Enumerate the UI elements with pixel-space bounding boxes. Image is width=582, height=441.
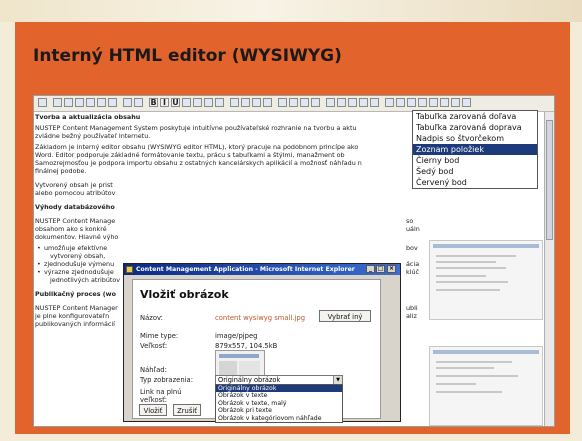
special-char-icon[interactable]: [370, 98, 379, 107]
document-line: zvládne bežný používateľ Internetu.: [35, 132, 151, 140]
thumbnail-screenshot-1: [429, 240, 543, 320]
table-icon[interactable]: [337, 98, 346, 107]
bullet-icon: •: [37, 268, 41, 276]
paste-word-icon[interactable]: [97, 98, 106, 107]
merge-cells-icon[interactable]: [429, 98, 438, 107]
mime-label: Mime type:: [140, 332, 179, 340]
col-insert-icon[interactable]: [418, 98, 427, 107]
size-value: 879x557, 104.5kB: [215, 342, 278, 350]
display-type-option[interactable]: Obrázok pri texte: [216, 407, 342, 414]
dialog-window-title: Content Management Application - Microso…: [136, 266, 355, 273]
image-icon[interactable]: [326, 98, 335, 107]
editor-scrollbar[interactable]: [544, 112, 554, 426]
outdent-icon[interactable]: [300, 98, 309, 107]
indent-icon[interactable]: [311, 98, 320, 107]
table-insert-icon[interactable]: [385, 98, 394, 107]
context-menu-item[interactable]: Tabuľka zarovaná doľava: [413, 111, 537, 122]
format-clear-icon[interactable]: [108, 98, 117, 107]
remove-format-icon[interactable]: [215, 98, 224, 107]
italic-icon[interactable]: I: [160, 98, 169, 107]
context-menu: Tabuľka zarovaná doľava Tabuľka zarovaná …: [412, 110, 538, 189]
name-label: Názov:: [140, 314, 163, 322]
source-icon[interactable]: [38, 98, 47, 107]
thumbnail-screenshot-2: [429, 346, 543, 426]
context-menu-item[interactable]: Nadpis so štvorčekom: [413, 133, 537, 144]
size-label: Veľkosť:: [140, 342, 168, 350]
name-value: content wysiwyg small.jpg: [215, 314, 306, 322]
copy-icon[interactable]: [64, 98, 73, 107]
page-title: Interný HTML editor (WYSIWYG): [33, 46, 342, 66]
display-type-option[interactable]: Obrázok v kategóriovom náhľade: [216, 415, 342, 422]
split-cells-icon[interactable]: [440, 98, 449, 107]
dialog-panel: Vložiť obrázok Názov: content wysiwyg sm…: [132, 279, 381, 423]
link-icon[interactable]: [348, 98, 357, 107]
document-line-fragment: aliz: [406, 312, 417, 320]
document-line: jednotlivých atribútov: [50, 276, 121, 284]
align-left-icon[interactable]: [230, 98, 239, 107]
chevron-down-icon[interactable]: ▼: [333, 376, 342, 384]
ie-window-icon: [126, 266, 133, 273]
context-menu-item[interactable]: Zoznam položiek: [413, 144, 537, 155]
document-line-fragment: bov: [406, 244, 418, 252]
document-line: alebo pomocou atribútov: [35, 189, 116, 197]
justify-icon[interactable]: [263, 98, 272, 107]
mime-value: image/pjpeg: [215, 332, 258, 340]
paste-text-icon[interactable]: [86, 98, 95, 107]
help-icon[interactable]: [462, 98, 471, 107]
undo-icon[interactable]: [123, 98, 132, 107]
cancel-button[interactable]: Zrušiť: [173, 404, 201, 416]
context-menu-item[interactable]: Čierny bod: [413, 155, 537, 166]
paste-icon[interactable]: [75, 98, 84, 107]
superscript-icon[interactable]: [204, 98, 213, 107]
insert-image-dialog: Content Management Application - Microso…: [123, 263, 401, 423]
subscript-icon[interactable]: [193, 98, 202, 107]
context-menu-item[interactable]: Červený bod: [413, 177, 537, 188]
close-button[interactable]: ×: [387, 265, 396, 273]
scrollbar-thumb[interactable]: [546, 120, 553, 240]
anchor-icon[interactable]: [359, 98, 368, 107]
link-full-size-label-1: Link na plnú: [140, 388, 182, 396]
cut-icon[interactable]: [53, 98, 62, 107]
redo-icon[interactable]: [134, 98, 143, 107]
document-line: Výhody databázového: [35, 203, 115, 211]
delete-icon[interactable]: [451, 98, 460, 107]
document-line: publikovaných informácií: [35, 320, 115, 328]
dialog-titlebar[interactable]: Content Management Application - Microso…: [124, 264, 400, 275]
display-type-select-value: Originálny obrázok: [218, 376, 281, 384]
align-center-icon[interactable]: [241, 98, 250, 107]
minimize-button[interactable]: _: [366, 265, 375, 273]
strikethrough-icon[interactable]: [182, 98, 191, 107]
document-line-fragment: klúč: [406, 268, 420, 276]
underline-icon[interactable]: U: [171, 98, 180, 107]
dialog-heading: Vložiť obrázok: [140, 288, 229, 301]
align-right-icon[interactable]: [252, 98, 261, 107]
row-insert-icon[interactable]: [407, 98, 416, 107]
maximize-button[interactable]: □: [376, 265, 385, 273]
preview-label: Náhľad:: [140, 366, 167, 374]
display-type-label: Typ zobrazenia:: [140, 376, 193, 384]
bulleted-list-icon[interactable]: [289, 98, 298, 107]
context-menu-item[interactable]: Šedý bod: [413, 166, 537, 177]
document-line: Publikačný proces (wo: [35, 290, 116, 298]
document-line: dokumentov. Hlavné výho: [35, 233, 119, 241]
display-type-dropdown: Originálny obrázok Obrázok v texte Obrázok…: [215, 384, 343, 423]
bold-icon[interactable]: B: [149, 98, 158, 107]
document-line: Tvorba a aktualizácia obsahu: [35, 113, 141, 121]
context-menu-item[interactable]: Tabuľka zarovaná doprava: [413, 122, 537, 133]
display-type-option[interactable]: Obrázok v texte: [216, 392, 342, 399]
bullet-icon: •: [37, 244, 41, 252]
insert-button[interactable]: Vložiť: [139, 404, 167, 416]
numbered-list-icon[interactable]: [278, 98, 287, 107]
document-line: finálnej podobe.: [35, 167, 87, 175]
page-background-strip: [0, 0, 582, 22]
document-line-fragment: uáln: [406, 225, 420, 233]
browse-button[interactable]: Vybrať iný: [319, 310, 371, 322]
table-props-icon[interactable]: [396, 98, 405, 107]
link-full-size-label-2: veľkosť:: [140, 396, 168, 404]
